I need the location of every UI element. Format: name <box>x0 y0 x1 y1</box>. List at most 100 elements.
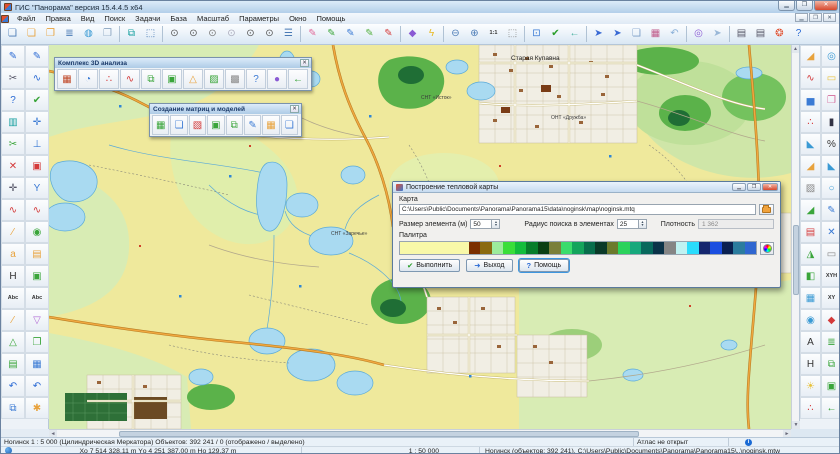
xy-frame-button[interactable]: XY <box>821 287 840 309</box>
flashlight-dark-button[interactable]: ▮ <box>821 111 840 133</box>
menu-7[interactable]: Параметры <box>234 14 284 23</box>
search-area-button[interactable]: ⊙ <box>241 25 260 43</box>
move-frame-button[interactable]: ⊡ <box>527 25 546 43</box>
text-h-button[interactable]: H <box>1 265 25 287</box>
rotate-doc-button[interactable]: ◔ <box>78 69 98 89</box>
edit-delete-button[interactable]: ✎ <box>379 25 398 43</box>
menu-5[interactable]: База <box>165 14 192 23</box>
xyh-coords-button[interactable]: XYH <box>821 265 840 287</box>
map-to-matrix-button[interactable]: ▦ <box>152 115 169 135</box>
mtw-doc-button[interactable]: ❏ <box>281 115 298 135</box>
edit-object-button[interactable]: ✎ <box>303 25 322 43</box>
layers-stack-button[interactable]: ⧉ <box>821 353 840 375</box>
graph-profile-button[interactable]: ∿ <box>800 67 821 89</box>
palette-swatch[interactable] <box>492 242 503 254</box>
zoom-in-button[interactable]: ⊕ <box>465 25 484 43</box>
edit-curve-button[interactable]: ∿ <box>25 67 49 89</box>
vertical-scroll-thumb[interactable] <box>793 225 799 295</box>
flashlight-zone-button[interactable]: ▭ <box>821 67 840 89</box>
palette-swatch[interactable] <box>699 242 710 254</box>
percent-matrix-button[interactable]: % <box>821 133 840 155</box>
print-button[interactable]: ▤ <box>732 25 751 43</box>
dialog-maximize-button[interactable]: ❐ <box>747 183 761 191</box>
palette-swatch[interactable] <box>722 242 733 254</box>
map-layers-button[interactable]: ⧉ <box>122 25 141 43</box>
junction-y-button[interactable]: Y <box>25 177 49 199</box>
highlight-a-button[interactable]: a <box>1 243 25 265</box>
menu-9[interactable]: Помощь <box>312 14 351 23</box>
palette-swatch[interactable] <box>503 242 514 254</box>
layers-3d-button[interactable]: ⧉ <box>141 69 161 89</box>
angle-surface-button[interactable]: ◣ <box>821 155 840 177</box>
search-by-name-button[interactable]: ⊙ <box>184 25 203 43</box>
palette-swatch[interactable] <box>710 242 721 254</box>
spin-down-icon[interactable]: ▼ <box>494 224 497 228</box>
search-button[interactable]: ⊙ <box>165 25 184 43</box>
slope-zone-button[interactable]: ◢ <box>800 155 821 177</box>
rainbow-layer-button[interactable]: ◆ <box>821 309 840 331</box>
a-map-button[interactable]: A <box>800 331 821 353</box>
layers-stack-button[interactable]: ⧉ <box>226 115 243 135</box>
scroll-down-icon[interactable]: ▼ <box>792 421 800 429</box>
search-repeat-button[interactable]: ⊙ <box>260 25 279 43</box>
dialog-close-button[interactable]: ✕ <box>762 183 778 191</box>
open-data-button[interactable]: ❐ <box>41 25 60 43</box>
panel-title-bar[interactable]: Создание матриц и моделей ✕ <box>150 104 301 114</box>
close-icon[interactable]: ✕ <box>300 59 309 67</box>
palette-swatch[interactable] <box>584 242 595 254</box>
geolocation-pin-button[interactable]: ◎ <box>689 25 708 43</box>
layers-copy-button[interactable]: ⧉ <box>1 397 25 419</box>
lens-map-button[interactable]: ◉ <box>800 309 821 331</box>
panel-title-bar[interactable]: Комплекс 3D анализа ✕ <box>55 58 311 68</box>
copy-attributes-button[interactable]: ❐ <box>25 331 49 353</box>
junction-t-button[interactable]: ⊥ <box>25 133 49 155</box>
profile-chart-button[interactable]: ∿ <box>120 69 140 89</box>
settings-gear-button[interactable]: ✱ <box>25 397 49 419</box>
profile-terrain-button[interactable]: ◢ <box>800 45 821 67</box>
open-map-button[interactable]: ❏ <box>22 25 41 43</box>
copy-map-button[interactable]: ❐ <box>98 25 117 43</box>
histogram-button[interactable]: ▅ <box>800 89 821 111</box>
flashlight-search-button[interactable]: ⁄ <box>1 309 25 331</box>
sun-shading-button[interactable]: ☀ <box>800 375 821 397</box>
center-point-button[interactable]: ✛ <box>1 177 25 199</box>
palette-swatch[interactable] <box>618 242 629 254</box>
mdi-restore-button[interactable]: ❐ <box>809 13 822 22</box>
palette-swatch[interactable] <box>595 242 606 254</box>
scroll-up-icon[interactable]: ▲ <box>792 45 799 53</box>
matrix-green-button[interactable]: ▣ <box>207 115 224 135</box>
measure-ruler-button[interactable]: ⁄ <box>1 221 25 243</box>
browse-button[interactable] <box>759 204 774 215</box>
palette-swatch[interactable] <box>400 242 469 254</box>
drops-zone-button[interactable]: ○ <box>821 177 840 199</box>
palette-swatch[interactable] <box>676 242 687 254</box>
palette-swatch[interactable] <box>745 242 756 254</box>
grid-matrix-button[interactable]: ▦ <box>262 115 279 135</box>
points-profile-button[interactable]: ∴ <box>800 111 821 133</box>
frames-copy-button[interactable]: ❐ <box>821 89 840 111</box>
search-any-button[interactable]: ⊙ <box>203 25 222 43</box>
help-button[interactable]: ?Помощь <box>519 259 570 272</box>
vertical-scrollbar[interactable]: ▲ ▼ <box>791 45 799 429</box>
scale-1-1-button[interactable]: 1:1 <box>484 25 503 43</box>
exit-panel-button[interactable]: ← <box>288 69 308 89</box>
profile-dots-button[interactable]: ∴ <box>99 69 119 89</box>
palette-swatch[interactable] <box>630 242 641 254</box>
area-chart-button[interactable]: ◣ <box>800 133 821 155</box>
terrain-steps-button[interactable]: ≣ <box>821 331 840 353</box>
new-map-button[interactable]: ❏ <box>3 25 22 43</box>
maximize-button[interactable]: ❐ <box>796 1 813 11</box>
wire-frame-button[interactable]: ▭ <box>821 243 840 265</box>
menu-2[interactable]: Вид <box>76 14 100 23</box>
palette-swatch[interactable] <box>480 242 491 254</box>
fill-objects-button[interactable]: ▥ <box>1 111 25 133</box>
terrain-graph-button[interactable]: ◮ <box>800 243 821 265</box>
menu-0[interactable]: Файл <box>12 14 40 23</box>
stairs-profile-button[interactable]: ▤ <box>1 353 25 375</box>
step-back-button[interactable]: ← <box>565 25 584 43</box>
palette-swatch[interactable] <box>469 242 480 254</box>
move-object-button[interactable]: ✛ <box>25 111 49 133</box>
view-3d-button[interactable]: ◆ <box>403 25 422 43</box>
spin-down-icon[interactable]: ▼ <box>641 224 644 228</box>
matrix-doc-button[interactable]: ▦ <box>800 287 821 309</box>
